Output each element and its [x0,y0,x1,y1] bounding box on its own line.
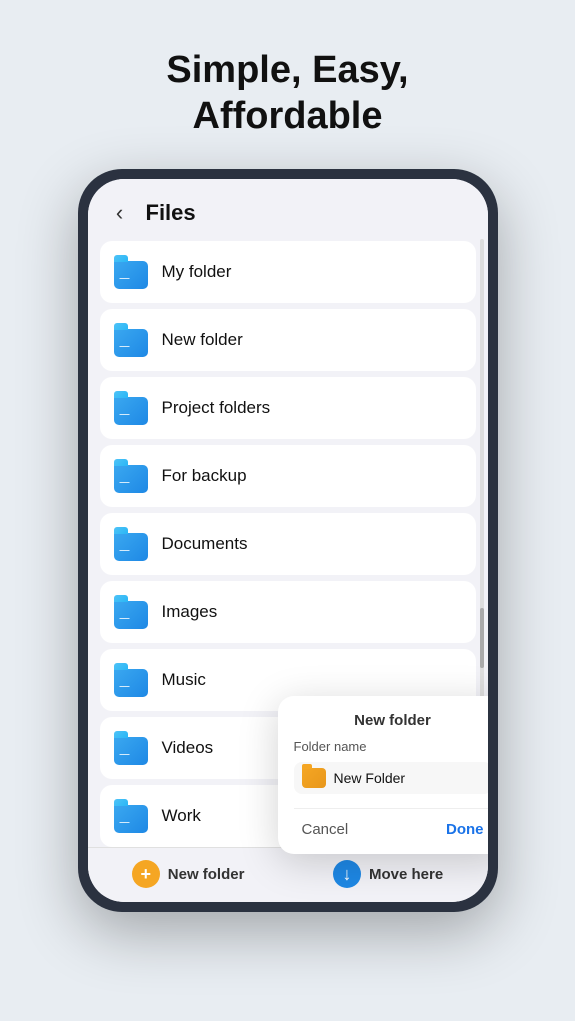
dialog-title: New folder [294,712,488,729]
list-item[interactable]: Project folders [100,377,476,439]
header-section: Simple, Easy, Affordable [0,0,575,169]
scrollbar-thumb[interactable] [480,608,484,668]
move-here-button[interactable]: ↓ Move here [333,860,443,888]
folder-name: Project folders [162,398,271,418]
folder-icon [114,663,148,697]
folder-name: New folder [162,330,243,350]
folder-name: Images [162,602,218,622]
folder-icon [114,799,148,833]
folder-name: My folder [162,262,232,282]
folder-name: Work [162,806,201,826]
folder-icon [114,527,148,561]
phone-screen-inner: ‹ Files My folder [88,179,488,902]
list-item[interactable]: Documents [100,513,476,575]
folder-icon [114,731,148,765]
folder-icon [114,323,148,357]
dialog-folder-name-label: Folder name [294,739,488,754]
list-item[interactable]: For backup [100,445,476,507]
move-here-icon: ↓ [333,860,361,888]
dialog-folder-icon [302,768,326,788]
folder-name: Documents [162,534,248,554]
dialog-folder-row[interactable]: New Folder [294,762,488,794]
files-title: Files [146,200,196,226]
folder-name: For backup [162,466,247,486]
folder-icon [114,255,148,289]
folder-icon [114,391,148,425]
list-item[interactable]: My folder [100,241,476,303]
phone-mockup: ‹ Files My folder [78,169,498,912]
back-button[interactable]: ‹ [104,197,136,229]
dialog-folder-name-value: New Folder [334,770,406,786]
new-folder-button[interactable]: + New folder [132,860,245,888]
phone-wrapper: ‹ Files My folder [0,169,575,912]
files-header: ‹ Files [88,179,488,241]
phone-screen: ‹ Files My folder [88,179,488,902]
dialog-done-button[interactable]: Done [438,817,488,842]
list-item[interactable]: New folder [100,309,476,371]
header-title: Simple, Easy, Affordable [40,48,535,139]
dialog-cancel-button[interactable]: Cancel [294,817,357,842]
new-folder-icon: + [132,860,160,888]
dialog-actions: Cancel Done [294,808,488,842]
folder-name: Videos [162,738,214,758]
list-item[interactable]: Images [100,581,476,643]
folder-icon [114,595,148,629]
new-folder-dialog: New folder Folder name New Folder Cancel… [278,696,488,854]
back-chevron-icon: ‹ [116,200,123,226]
folder-name: Music [162,670,206,690]
bottom-bar: + New folder ↓ Move here [88,847,488,902]
folder-icon [114,459,148,493]
